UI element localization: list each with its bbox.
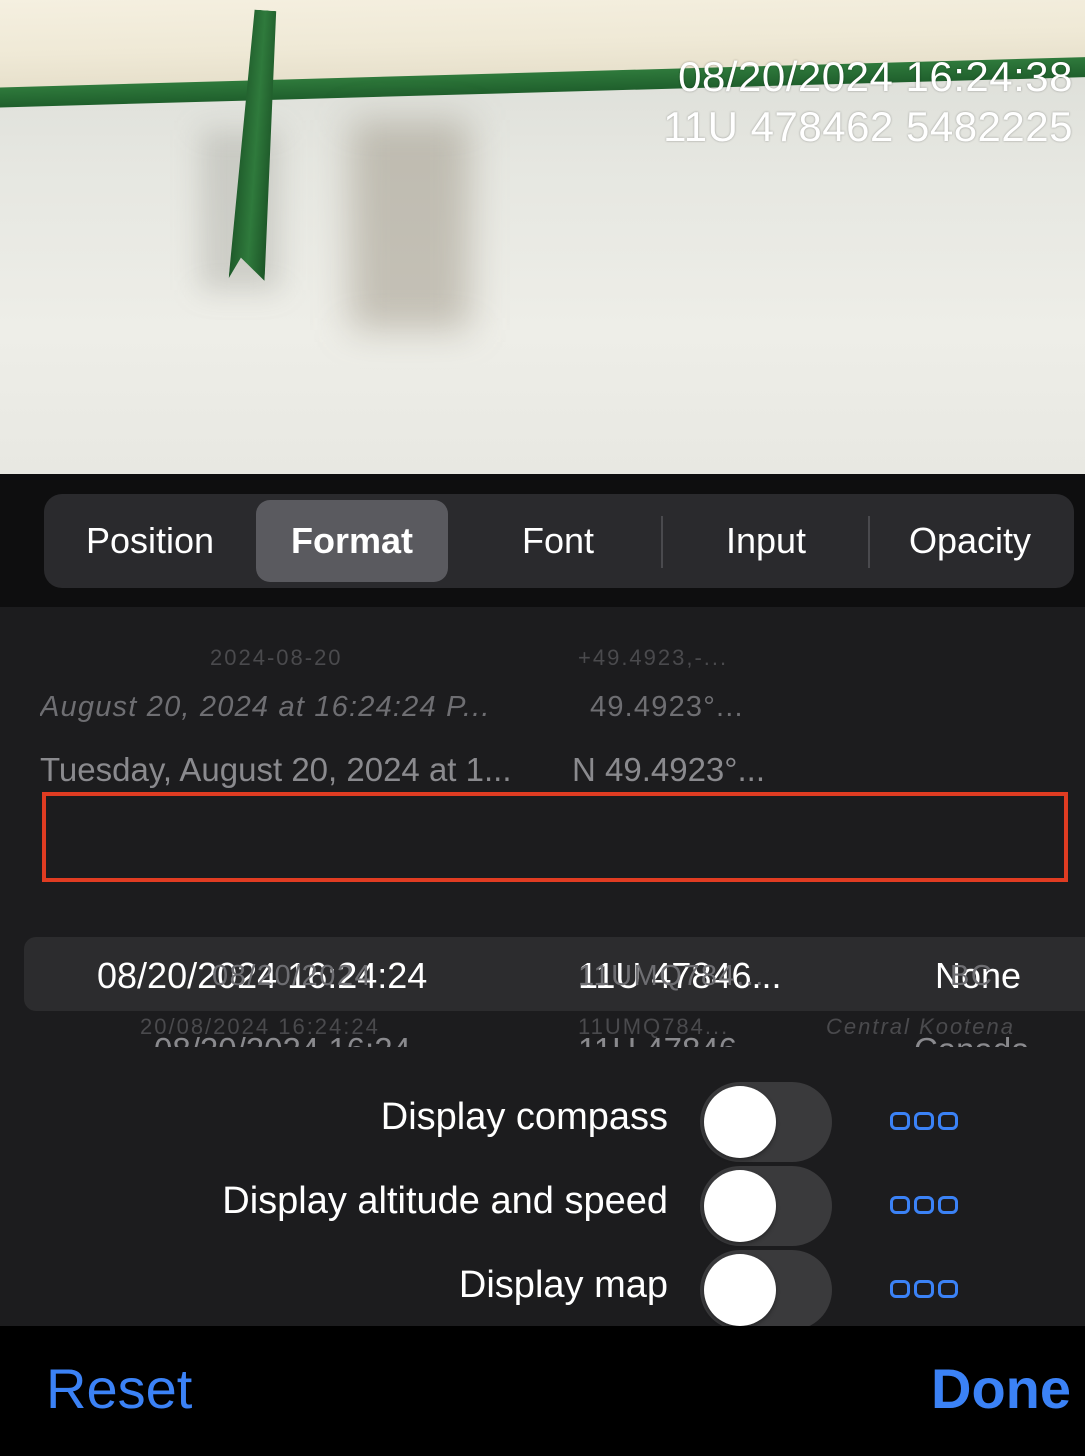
toggle-knob <box>704 1086 776 1158</box>
tab-opacity[interactable]: Opacity <box>872 500 1068 582</box>
picker-date: Tuesday, August 20, 2024 at 1... <box>40 751 512 788</box>
compass-toggle[interactable] <box>700 1082 832 1162</box>
picker-coord: +49.4923,-... <box>578 645 729 670</box>
altitude-speed-toggle[interactable] <box>700 1166 832 1246</box>
done-button[interactable]: Done <box>931 1356 1071 1422</box>
tab-input[interactable]: Input <box>666 500 866 582</box>
picker-coord: N 49.4923°... <box>572 751 765 788</box>
tab-separator <box>661 516 663 568</box>
stamp-timestamp: 08/20/2024 16:24:38 <box>678 53 1073 100</box>
picker-row[interactable]: August 20, 2024 at 16:24:24 P... 49.4923… <box>0 691 1085 727</box>
toggle-label: Display altitude and speed <box>222 1180 668 1222</box>
photo-stamp: 08/20/2024 16:24:38 11U 478462 5482225 <box>663 52 1073 152</box>
picker-region: BC <box>950 960 994 992</box>
picker-date: 20/08/2024 16:24:24 <box>140 1014 380 1039</box>
reset-button[interactable]: Reset <box>46 1356 192 1422</box>
more-options-icon[interactable] <box>890 1196 964 1218</box>
picker-date: August 20, 2024 at 16:24:24 P... <box>40 691 491 723</box>
picker-row[interactable]: Tuesday, August 20, 2024 at 1... N 49.49… <box>0 751 1085 791</box>
shadow-image <box>350 120 470 330</box>
tab-format[interactable]: Format <box>256 500 448 582</box>
segmented-control: Position Format Font Input Opacity <box>44 494 1074 588</box>
more-options-icon[interactable] <box>890 1280 964 1302</box>
photo-preview: 08/20/2024 16:24:38 11U 478462 5482225 <box>0 0 1085 474</box>
more-options-icon[interactable] <box>890 1112 964 1134</box>
tab-position[interactable]: Position <box>52 500 248 582</box>
picker-row[interactable]: 20/08/2024 16:24:24 11UMQ784... Central … <box>0 1014 1085 1044</box>
stamp-coordinates: 11U 478462 5482225 <box>663 103 1073 150</box>
picker-row[interactable]: 08/20/2024 11UMQ784... BC <box>0 960 1085 996</box>
map-toggle[interactable] <box>700 1250 832 1330</box>
picker-coord: 49.4923°... <box>590 691 744 723</box>
toggle-row-map: Display map <box>0 1246 1085 1330</box>
toggle-knob <box>704 1254 776 1326</box>
toggle-row-compass: Display compass <box>0 1078 1085 1162</box>
picker-region: Central Kootena <box>826 1014 1015 1039</box>
toggle-label: Display compass <box>380 1096 668 1138</box>
tab-separator <box>868 516 870 568</box>
toggle-label: Display map <box>458 1264 668 1306</box>
picker-date: 08/20/2024 <box>212 960 373 992</box>
picker-coord: 11UMQ784... <box>578 960 765 992</box>
picker-row[interactable]: 2024-08-20 +49.4923,-... <box>0 645 1085 675</box>
selection-highlight-box <box>42 792 1068 882</box>
screen: 08/20/2024 16:24:38 11U 478462 5482225 P… <box>0 0 1085 1456</box>
toggle-row-altitude: Display altitude and speed <box>0 1162 1085 1246</box>
toggle-knob <box>704 1170 776 1242</box>
picker-date: 2024-08-20 <box>210 645 343 670</box>
bottom-toolbar: Reset Done <box>0 1326 1085 1456</box>
tab-bar-background: Position Format Font Input Opacity <box>0 474 1085 607</box>
picker-coord: 11UMQ784... <box>578 1014 730 1039</box>
tab-font[interactable]: Font <box>458 500 658 582</box>
settings-panel: Position Format Font Input Opacity 2024-… <box>0 474 1085 1330</box>
